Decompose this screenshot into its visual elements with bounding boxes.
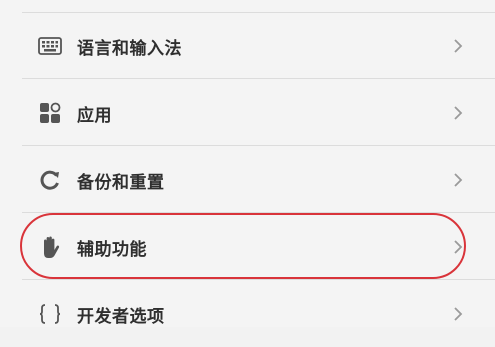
chevron-right-icon: [451, 36, 465, 56]
settings-item-label: 辅助功能: [77, 239, 147, 260]
keyboard-icon: [38, 34, 62, 58]
settings-item-label: 语言和输入法: [77, 38, 182, 59]
chevron-right-icon: [451, 237, 465, 257]
divider: [22, 212, 495, 213]
settings-item-apps[interactable]: 应用: [0, 80, 495, 146]
settings-item-label: 应用: [77, 105, 112, 126]
settings-item-backup-reset[interactable]: 备份和重置: [0, 147, 495, 213]
divider: [22, 279, 495, 280]
apps-icon: [38, 101, 62, 125]
accessibility-hand-icon: [38, 235, 62, 259]
settings-item-developer-options[interactable]: 开发者选项: [0, 281, 495, 347]
chevron-right-icon: [451, 304, 465, 324]
developer-braces-icon: [38, 302, 62, 326]
divider: [22, 145, 495, 146]
backup-reset-icon: [38, 168, 62, 192]
settings-item-label: 备份和重置: [77, 172, 165, 193]
settings-item-language-input[interactable]: 语言和输入法: [0, 13, 495, 79]
divider: [22, 78, 495, 79]
settings-item-accessibility[interactable]: 辅助功能: [0, 214, 495, 280]
chevron-right-icon: [451, 170, 465, 190]
settings-item-label: 开发者选项: [77, 306, 165, 327]
chevron-right-icon: [451, 103, 465, 123]
settings-list: 语言和输入法 应用 备份和重置 辅助功能 开发者选项: [0, 0, 495, 327]
